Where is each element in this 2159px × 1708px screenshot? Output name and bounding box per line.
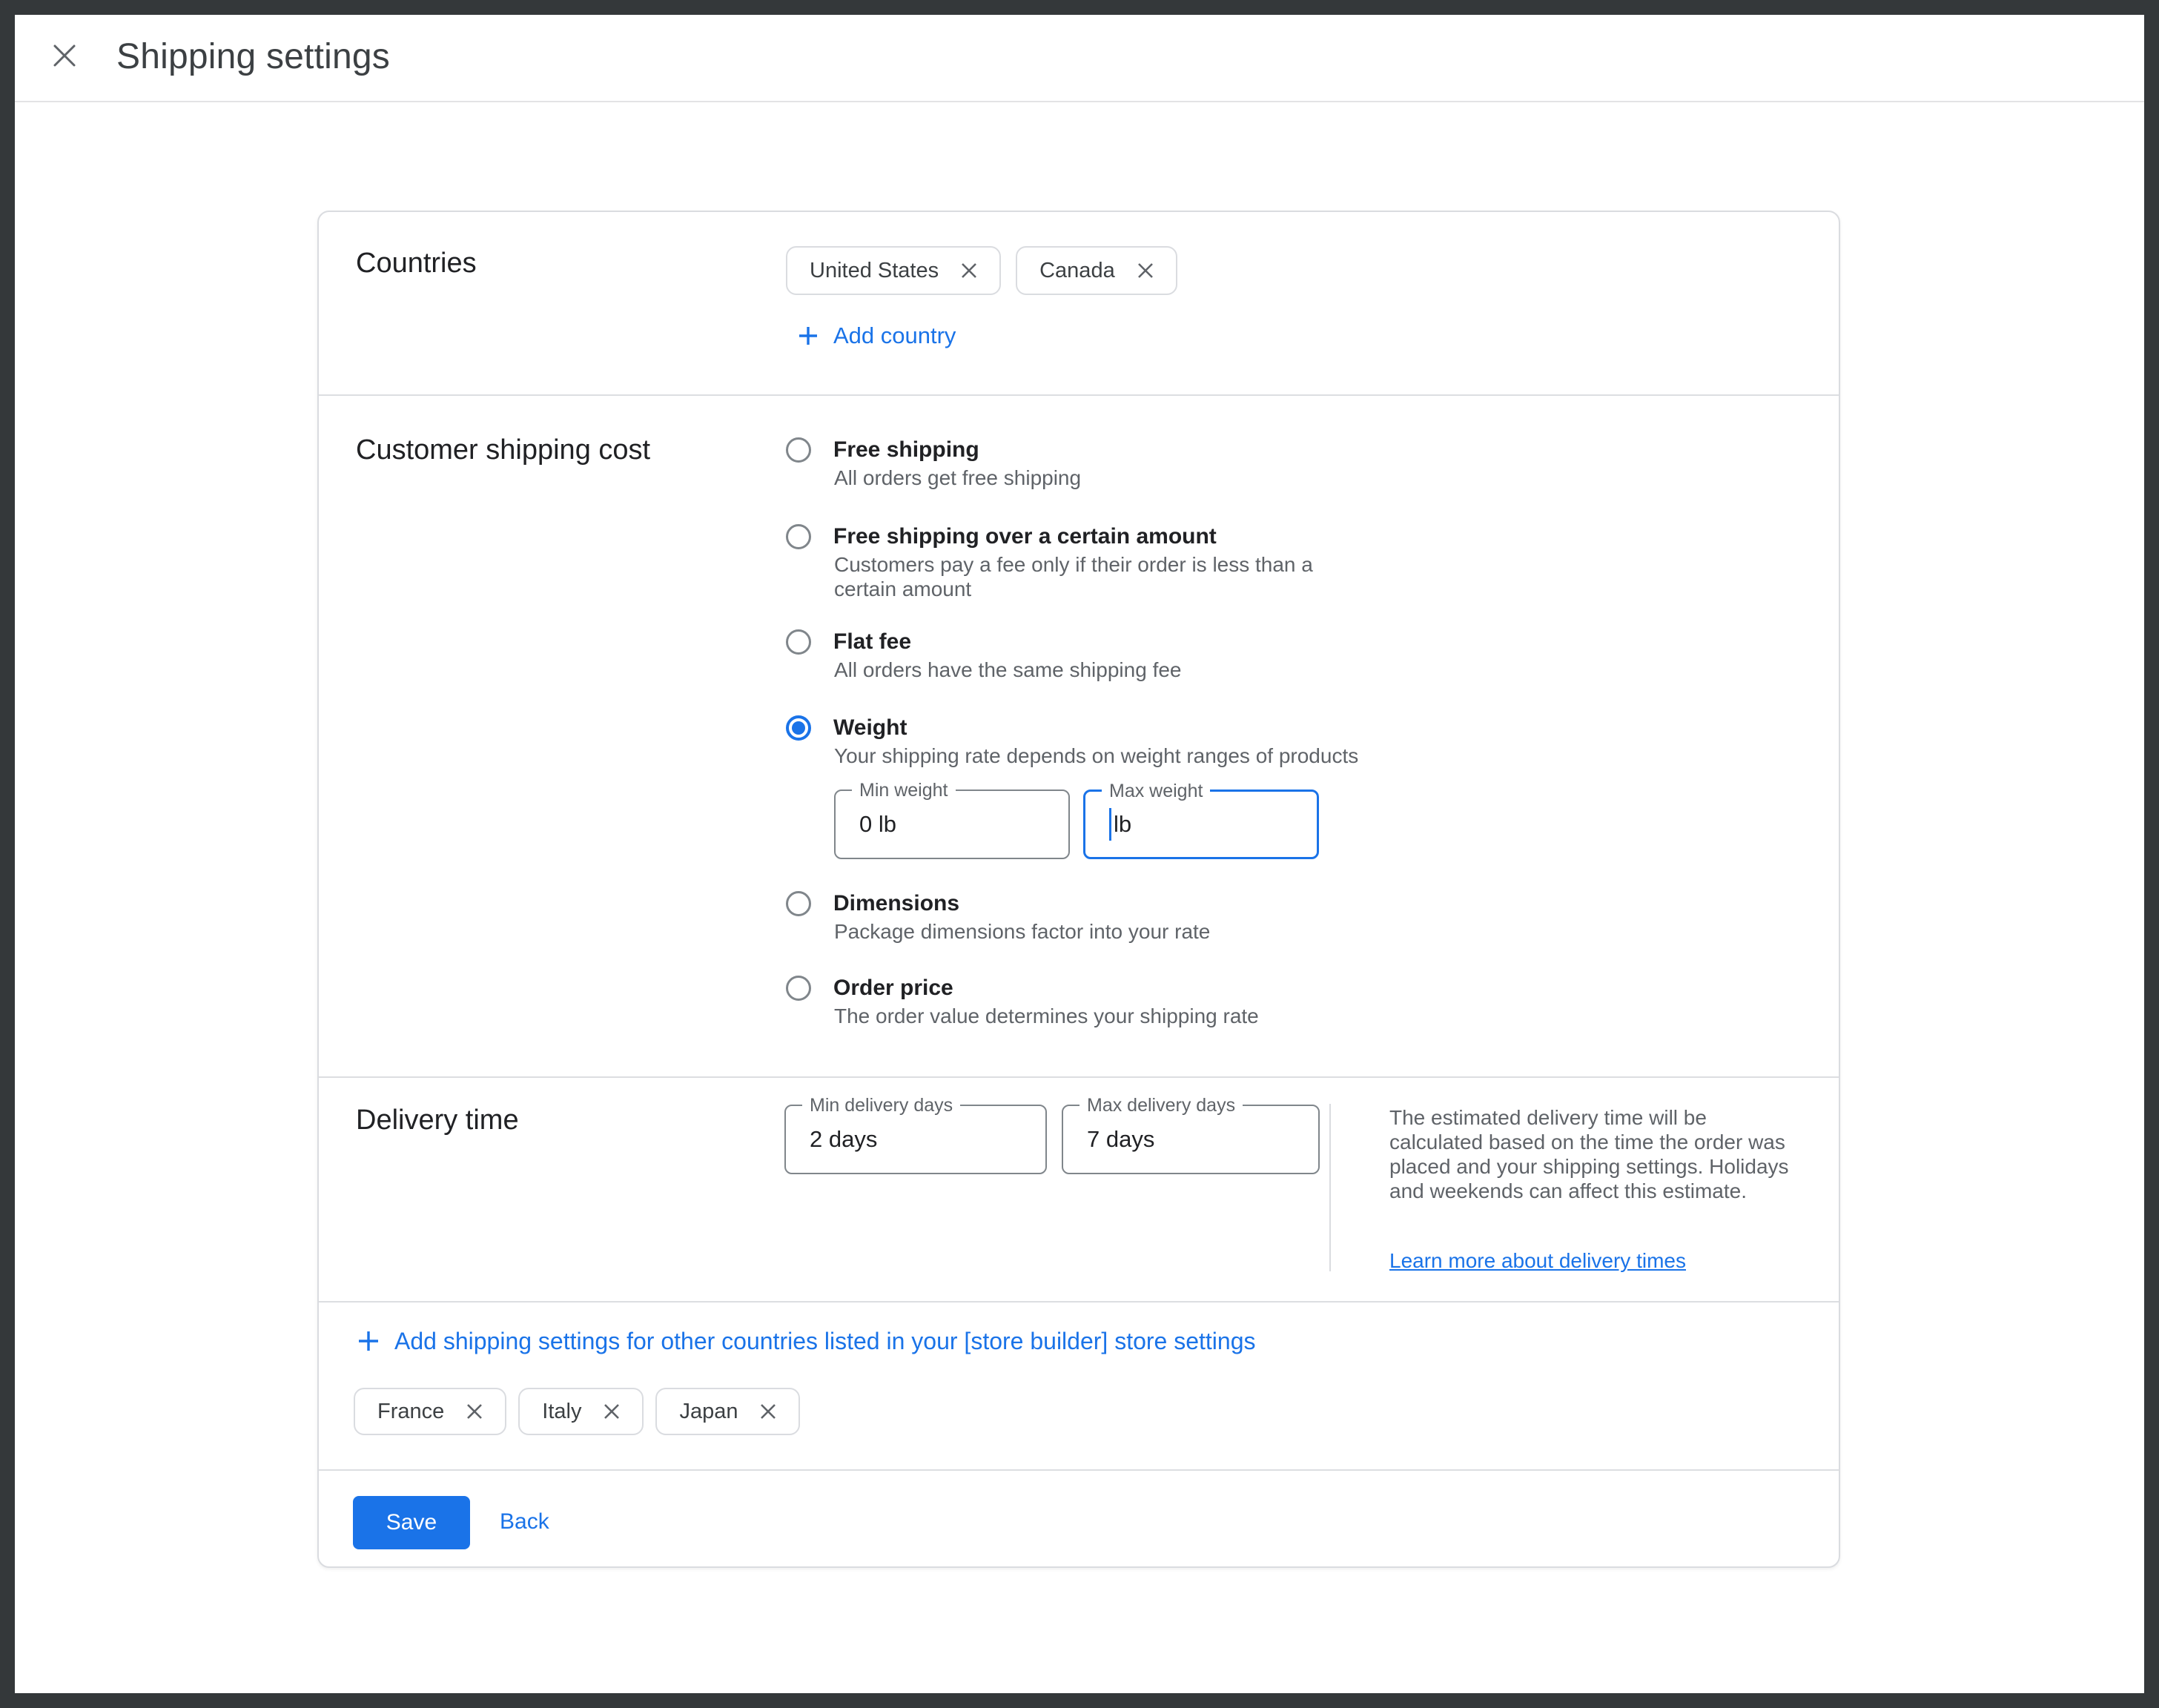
remove-country-icon[interactable] (463, 1400, 486, 1423)
back-button[interactable]: Back (500, 1509, 549, 1535)
plus-icon (796, 324, 820, 348)
option-description: The order value determines your shipping… (834, 1004, 1259, 1028)
option-description: Your shipping rate depends on weight ran… (834, 744, 1358, 768)
section-divider (319, 1301, 1839, 1302)
chip-label: United States (810, 259, 939, 283)
close-icon[interactable] (47, 39, 82, 73)
radio-weight[interactable] (786, 715, 811, 741)
min-delivery-days-value: 2 days (810, 1126, 877, 1153)
max-delivery-days-label: Max delivery days (1080, 1093, 1243, 1117)
remove-country-icon[interactable] (757, 1400, 779, 1423)
delivery-time-label: Delivery time (356, 1103, 519, 1137)
option-description: Package dimensions factor into your rate (834, 919, 1210, 944)
page-title: Shipping settings (116, 36, 390, 79)
radio-flat-fee[interactable] (786, 629, 811, 655)
add-other-countries-button[interactable]: Add shipping settings for other countrie… (356, 1325, 1256, 1357)
delivery-note: The estimated delivery time will be calc… (1389, 1105, 1801, 1203)
chip-label: Italy (542, 1400, 581, 1424)
country-chip-italy: Italy (518, 1388, 644, 1435)
remove-country-icon[interactable] (958, 259, 980, 282)
learn-more-link[interactable]: Learn more about delivery times (1389, 1248, 1686, 1273)
option-title: Flat fee (833, 629, 911, 655)
other-country-chip-row: France Italy Japan (354, 1388, 800, 1435)
settings-card: Countries United States Canada Add count… (317, 211, 1840, 1568)
country-chip-united-states: United States (786, 246, 1001, 295)
country-chip-france: France (354, 1388, 506, 1435)
radio-order-price[interactable] (786, 976, 811, 1001)
chip-label: Canada (1039, 259, 1115, 283)
max-delivery-days-value: 7 days (1087, 1126, 1154, 1153)
shipping-settings-dialog: Shipping settings Countries United State… (0, 0, 2159, 1708)
option-title: Free shipping over a certain amount (833, 523, 1217, 550)
save-button[interactable]: Save (353, 1496, 470, 1549)
plus-icon (356, 1328, 381, 1354)
shipping-cost-label: Customer shipping cost (356, 433, 650, 467)
chip-label: France (377, 1400, 444, 1424)
chip-label: Japan (679, 1400, 738, 1424)
country-chip-row: United States Canada (786, 246, 1177, 295)
option-title: Weight (833, 715, 907, 741)
option-description: All orders have the same shipping fee (834, 658, 1182, 682)
option-title: Dimensions (833, 890, 959, 917)
option-title: Order price (833, 975, 953, 1002)
remove-country-icon[interactable] (601, 1400, 623, 1423)
min-delivery-days-label: Min delivery days (802, 1093, 960, 1117)
country-chip-canada: Canada (1016, 246, 1177, 295)
min-weight-field[interactable]: Min weight 0 lb (834, 790, 1070, 859)
radio-free-shipping-over-amount[interactable] (786, 524, 811, 549)
min-delivery-days-field[interactable]: Min delivery days 2 days (784, 1105, 1047, 1174)
min-weight-value: 0 lb (859, 811, 896, 838)
option-description: Customers pay a fee only if their order … (834, 552, 1353, 601)
remove-country-icon[interactable] (1134, 259, 1157, 282)
text-cursor (1109, 808, 1111, 841)
vertical-divider (1329, 1104, 1331, 1271)
countries-label: Countries (356, 246, 477, 280)
section-divider (319, 394, 1839, 396)
radio-free-shipping[interactable] (786, 437, 811, 463)
max-weight-field[interactable]: Max weight lb (1083, 790, 1319, 859)
add-country-label: Add country (833, 321, 956, 351)
country-chip-japan: Japan (655, 1388, 800, 1435)
max-weight-label: Max weight (1102, 779, 1210, 803)
min-weight-label: Min weight (852, 778, 956, 802)
option-title: Free shipping (833, 437, 979, 463)
section-divider (319, 1469, 1839, 1471)
max-delivery-days-field[interactable]: Max delivery days 7 days (1062, 1105, 1320, 1174)
max-weight-value: lb (1109, 808, 1131, 841)
radio-dimensions[interactable] (786, 891, 811, 916)
option-description: All orders get free shipping (834, 466, 1081, 490)
header-divider (15, 101, 2144, 102)
add-country-button[interactable]: Add country (796, 321, 956, 351)
add-other-countries-label: Add shipping settings for other countrie… (394, 1325, 1256, 1357)
section-divider (319, 1076, 1839, 1078)
